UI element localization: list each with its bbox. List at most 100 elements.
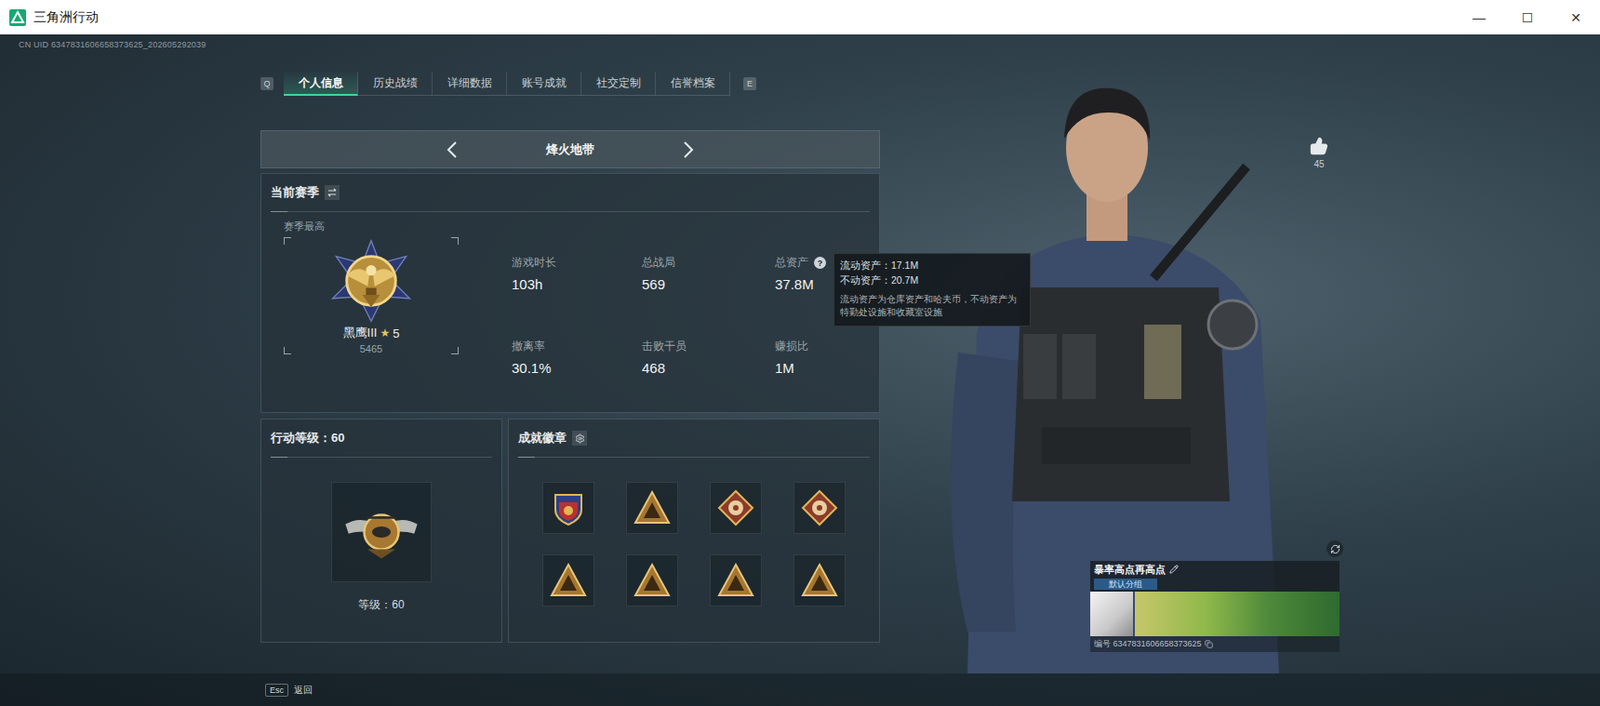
prev-key-hint: Q <box>260 77 274 91</box>
achievements-panel: 成就徽章 <box>507 418 880 643</box>
tab[interactable]: 账号成就 <box>506 71 582 96</box>
esc-key[interactable]: Esc <box>265 683 289 697</box>
copy-icon[interactable] <box>1204 640 1214 649</box>
stat-label: 总战局 <box>641 254 775 271</box>
achievement-badge[interactable] <box>542 554 595 607</box>
back-label[interactable]: 返回 <box>293 683 313 697</box>
footer-bar: Esc 返回 <box>0 673 1600 706</box>
achievement-badge[interactable] <box>626 481 679 534</box>
star-icon: ★ <box>379 326 390 340</box>
stat-item: 击败干员 468 <box>641 338 775 423</box>
swap-icon[interactable] <box>327 187 337 198</box>
rank-name: 黑鹰III★5 <box>343 324 400 342</box>
season-best-label: 赛季最高 <box>283 219 512 234</box>
shield-badge-icon[interactable] <box>549 489 587 527</box>
name-row: 暴率高点再高点 <box>1090 560 1340 578</box>
tabs-row: Q 个人信息历史战绩详细数据账号成就社交定制信誉档案 E <box>260 71 880 96</box>
tab[interactable]: 信誉档案 <box>655 71 731 96</box>
player-name: 暴率高点再高点 <box>1093 562 1166 577</box>
window-title: 三角洲行动 <box>33 9 99 27</box>
achievement-badge[interactable] <box>709 481 762 534</box>
stat-label: 游戏时长 <box>511 254 642 271</box>
window-control-button[interactable]: ✕ <box>1551 0 1600 35</box>
level-badge <box>331 481 432 583</box>
app-logo-icon <box>9 9 27 27</box>
stat-value: 468 <box>641 360 775 376</box>
tab[interactable]: 详细数据 <box>432 71 507 96</box>
refresh-icon[interactable] <box>1330 544 1341 555</box>
stat-label: 赚损比 <box>774 338 870 355</box>
stat-value: 1M <box>774 360 870 376</box>
triangle-badge-icon[interactable] <box>800 561 839 600</box>
tooltip-note: 流动资产为仓库资产和哈夫币，不动资产为特勤处设施和收藏室设施 <box>840 293 1025 320</box>
next-key-hint: E <box>743 77 757 91</box>
name-card: 暴率高点再高点默认分组编号 6347831606658373625 <box>1090 560 1340 653</box>
level-emblem-icon <box>342 493 421 572</box>
achievement-badge[interactable] <box>626 554 679 607</box>
assets-tooltip: 流动资产：17.1M不动资产：20.7M 流动资产为仓库资产和哈夫币，不动资产为特… <box>833 253 1031 327</box>
group-tag[interactable]: 默认分组 <box>1093 578 1158 590</box>
player-id: 编号 6347831606658373625 <box>1090 636 1340 653</box>
stat-label: 撤离率 <box>511 338 642 355</box>
level-panel: 行动等级：60 等级：60 <box>260 418 503 643</box>
avatar-image <box>1090 591 1134 637</box>
title-bar: 三角洲行动 —☐✕ <box>0 0 1600 35</box>
window-control-button[interactable]: — <box>1454 0 1504 35</box>
tooltip-line: 流动资产：17.1M <box>840 258 1025 274</box>
rank-score: 5465 <box>360 343 383 355</box>
mode-label: 烽火地带 <box>463 141 678 159</box>
diamond-badge-icon[interactable] <box>717 489 755 527</box>
stat-item: 撤离率 30.1% <box>511 338 642 423</box>
rank-badge-frame: 黑鹰III★55465 <box>283 237 459 355</box>
character-stage: 45 暴率高点再高点默认分组编号 6347831606658373625 <box>880 54 1600 674</box>
card-images <box>1090 591 1340 637</box>
tab[interactable]: 历史战绩 <box>358 71 433 96</box>
season-title: 当前赛季 <box>270 184 320 201</box>
triangle-badge-icon[interactable] <box>549 561 587 600</box>
mode-selector: 烽火地带 <box>260 130 880 169</box>
achievement-badge[interactable] <box>793 554 846 607</box>
triangle-badge-icon[interactable] <box>633 561 671 600</box>
achievement-badge[interactable] <box>542 481 595 534</box>
chevron-left-icon[interactable] <box>442 139 464 160</box>
stat-item: 游戏时长 103h <box>511 254 642 339</box>
achievement-badge[interactable] <box>709 554 762 607</box>
uid-text: CN UID 6347831606658373625_202605292039 <box>0 34 1600 55</box>
profile-screen: 三角洲行动 —☐✕CN UID 6347831606658373625_20260… <box>0 0 1600 706</box>
stat-label: 击败干员 <box>641 338 775 355</box>
like-button[interactable]: 45 <box>1309 136 1329 170</box>
tab-list: 个人信息历史战绩详细数据账号成就社交定制信誉档案 <box>283 71 731 96</box>
rank-medal-icon <box>326 237 416 325</box>
level-title: 行动等级：60 <box>270 429 345 447</box>
main-area: CN UID 6347831606658373625_202605292039Q… <box>0 34 1600 674</box>
edit-icon[interactable] <box>1169 564 1179 574</box>
stat-value: 103h <box>511 276 642 293</box>
diamond-badge-icon[interactable] <box>800 489 839 527</box>
achievement-badge[interactable] <box>793 481 846 534</box>
stats-grid: 游戏时长103h总战局569总资产?37.8M撤离率30.1%击败干员468赚损… <box>511 212 870 423</box>
tab[interactable]: 社交定制 <box>581 71 656 96</box>
triangle-badge-icon[interactable] <box>633 489 671 527</box>
like-count: 45 <box>1313 159 1324 170</box>
chevron-right-icon[interactable] <box>677 139 698 160</box>
window-control-button[interactable]: ☐ <box>1503 0 1552 35</box>
tab[interactable]: 个人信息 <box>283 71 359 96</box>
help-icon[interactable]: ? <box>813 256 827 269</box>
info-column: Q 个人信息历史战绩详细数据账号成就社交定制信誉档案 E 烽火地带当前赛季赛季最高黑鹰… <box>260 54 880 674</box>
swap-button[interactable] <box>324 185 340 200</box>
banner-image <box>1134 591 1340 637</box>
triangle-badge-icon[interactable] <box>717 561 755 600</box>
refresh-button[interactable] <box>1326 540 1344 558</box>
stat-item: 赚损比 1M <box>774 338 870 423</box>
stat-value: 30.1% <box>511 360 642 376</box>
gear-icon[interactable] <box>574 433 586 444</box>
tooltip-line: 不动资产：20.7M <box>840 273 1025 289</box>
season-panel: 当前赛季赛季最高黑鹰III★55465游戏时长103h总战局569总资产?37.… <box>260 173 880 414</box>
thumbs-up-icon[interactable] <box>1309 136 1329 156</box>
level-caption: 等级：60 <box>358 597 404 614</box>
settings-button[interactable] <box>572 430 587 446</box>
stat-item: 总战局 569 <box>641 254 775 339</box>
stat-value: 569 <box>641 276 775 293</box>
achievements-title: 成就徽章 <box>518 429 567 447</box>
season-best: 赛季最高黑鹰III★55465 <box>270 212 512 423</box>
